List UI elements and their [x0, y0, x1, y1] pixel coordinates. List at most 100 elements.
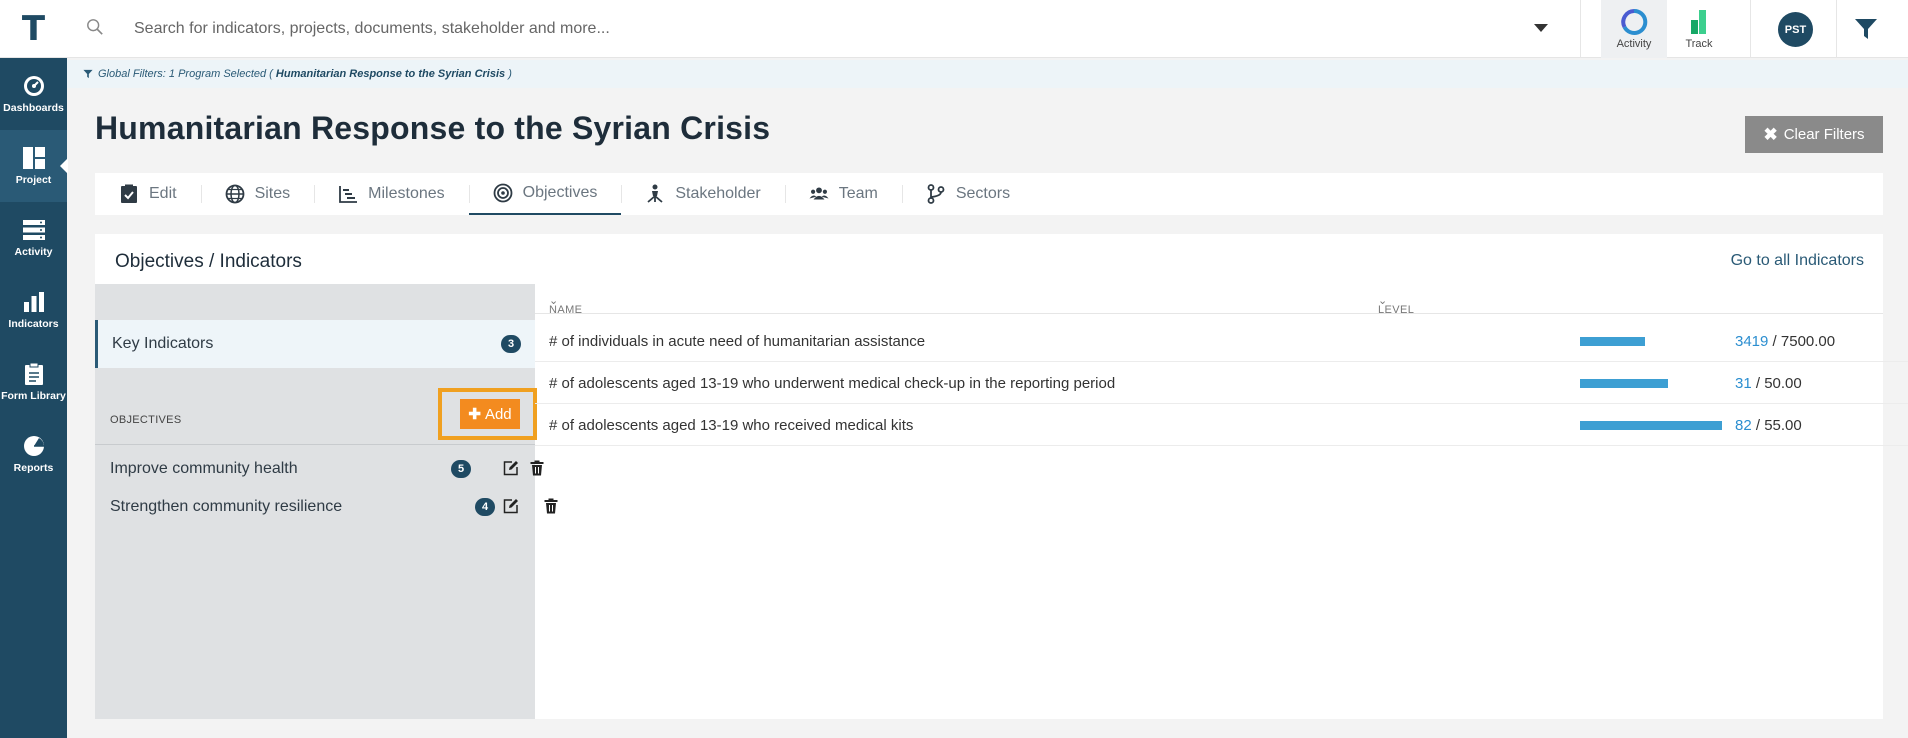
- table-row[interactable]: # of adolescents aged 13-19 who received…: [535, 404, 1908, 446]
- branch-icon: [927, 184, 945, 204]
- sidebar-item-project[interactable]: Project: [0, 130, 68, 202]
- global-filters-bar[interactable]: Global Filters: 1 Program Selected ( Hum…: [67, 60, 1908, 88]
- progress-bar: [1580, 337, 1645, 346]
- speedometer-icon: [23, 76, 44, 96]
- actual-value-link[interactable]: 3419: [1735, 333, 1768, 350]
- edit-icon[interactable]: [503, 460, 519, 476]
- objective-item[interactable]: Strengthen community resilience 4: [95, 488, 558, 526]
- activity-ring-icon: [1621, 8, 1648, 35]
- clipboard-check-icon: [121, 184, 137, 203]
- activity-app-label: Activity: [1616, 38, 1652, 50]
- divider: [1836, 0, 1837, 58]
- table-header: NAME ⌄ LEVEL ⌄: [535, 284, 1883, 316]
- tab-team[interactable]: Team: [784, 173, 902, 215]
- search-dropdown-icon[interactable]: [1534, 24, 1548, 32]
- global-filters-program[interactable]: Humanitarian Response to the Syrian Cris…: [276, 68, 505, 80]
- sidebar-item-indicators[interactable]: Indicators: [0, 274, 67, 346]
- divider: [1750, 0, 1751, 58]
- user-avatar[interactable]: PST: [1778, 12, 1813, 47]
- actual-value-link[interactable]: 31: [1735, 375, 1752, 392]
- activity-app-button[interactable]: Activity: [1601, 0, 1667, 58]
- tab-label: Objectives: [522, 184, 598, 201]
- tab-label: Stakeholder: [675, 185, 761, 202]
- progress-bar: [1580, 379, 1668, 388]
- add-objective-button[interactable]: ✚ Add: [460, 399, 520, 429]
- target-value: / 7500.00: [1772, 333, 1836, 350]
- close-icon: ✖: [1763, 124, 1778, 144]
- tab-label: Team: [838, 185, 878, 202]
- indicator-name[interactable]: # of adolescents aged 13-19 who underwen…: [549, 375, 1115, 392]
- table-row[interactable]: # of individuals in acute need of humani…: [535, 320, 1908, 362]
- tab-sectors[interactable]: Sectors: [901, 173, 1034, 215]
- indicator-name[interactable]: # of individuals in acute need of humani…: [549, 333, 925, 350]
- indicator-value: 31 / 50.00: [1735, 375, 1802, 392]
- tab-milestones[interactable]: Milestones: [314, 173, 468, 215]
- tab-stakeholder[interactable]: Stakeholder: [621, 173, 784, 215]
- global-search-input[interactable]: [126, 14, 1516, 44]
- sidebar-item-reports[interactable]: Reports: [0, 418, 67, 490]
- search-icon: [87, 19, 103, 35]
- tab-sites[interactable]: Sites: [200, 173, 315, 215]
- top-bar: T Activity Track PST: [0, 0, 1908, 58]
- objective-item[interactable]: Improve community health 5: [95, 450, 544, 488]
- key-indicators-item[interactable]: Key Indicators 3: [95, 320, 535, 368]
- add-label: Add: [484, 405, 512, 423]
- project-tabs: Edit Sites Milestones Objectives Stakeho…: [95, 173, 1883, 215]
- global-filters-suffix: ): [508, 68, 512, 80]
- chart-steps-icon: [339, 186, 358, 203]
- plus-icon: ✚: [468, 406, 481, 423]
- project-grid-icon: [22, 147, 45, 169]
- tab-label: Sectors: [955, 185, 1011, 202]
- clipboard-icon: [24, 362, 43, 385]
- sidebar-item-form-library[interactable]: Form Library: [0, 346, 67, 418]
- column-header-level[interactable]: LEVEL ⌄: [1378, 294, 1414, 316]
- tab-label: Sites: [254, 185, 291, 202]
- sidebar-item-dashboards[interactable]: Dashboards: [0, 58, 67, 130]
- tab-objectives[interactable]: Objectives: [468, 173, 622, 215]
- target-icon: [493, 183, 513, 203]
- objective-label: Strengthen community resilience: [110, 498, 343, 515]
- sidebar-label: Activity: [14, 246, 53, 258]
- clear-filters-button[interactable]: ✖ Clear Filters: [1745, 116, 1883, 153]
- table-row[interactable]: # of adolescents aged 13-19 who underwen…: [535, 362, 1908, 404]
- main-sidebar: Dashboards Project Activity Indicators F…: [0, 58, 68, 738]
- sidebar-label: Form Library: [1, 390, 66, 402]
- pie-chart-icon: [23, 436, 44, 456]
- target-value: / 50.00: [1755, 375, 1802, 392]
- track-bars-icon: [1691, 10, 1706, 34]
- objectives-panel: Objectives / Indicators Go to all Indica…: [95, 234, 1908, 719]
- divider: [95, 444, 535, 445]
- app-logo[interactable]: T: [0, 0, 67, 58]
- tab-edit[interactable]: Edit: [95, 173, 201, 215]
- indicator-value: 3419 / 7500.00: [1735, 333, 1835, 350]
- sidebar-label: Reports: [13, 462, 54, 474]
- panel-title: Objectives / Indicators: [115, 251, 302, 272]
- edit-icon[interactable]: [503, 498, 519, 514]
- sidebar-label: Indicators: [8, 318, 59, 330]
- page-title: Humanitarian Response to the Syrian Cris…: [95, 110, 771, 146]
- actual-value-link[interactable]: 82: [1735, 417, 1752, 434]
- objectives-header: OBJECTIVES: [110, 414, 182, 426]
- objectives-list: Key Indicators 3 OBJECTIVES ✚ Add Improve…: [95, 284, 558, 719]
- sidebar-item-activity[interactable]: Activity: [0, 202, 67, 274]
- tab-label: Edit: [149, 185, 177, 202]
- users-icon: [809, 187, 829, 200]
- count-badge: 4: [475, 498, 495, 516]
- go-to-all-indicators-link[interactable]: Go to all Indicators: [1731, 252, 1864, 270]
- server-stack-icon: [22, 220, 45, 240]
- sidebar-label: Project: [15, 174, 52, 186]
- count-badge: 5: [451, 460, 471, 478]
- key-indicators-label: Key Indicators: [112, 335, 214, 352]
- column-header-name[interactable]: NAME ⌄: [549, 294, 582, 316]
- filter-icon[interactable]: [1854, 18, 1878, 40]
- sidebar-label: Dashboards: [3, 102, 64, 114]
- indicator-name[interactable]: # of adolescents aged 13-19 who received…: [549, 417, 913, 434]
- globe-icon: [225, 184, 244, 204]
- sitemap-icon: [647, 184, 663, 203]
- progress-bar: [1580, 421, 1722, 430]
- count-badge: 3: [501, 335, 521, 353]
- global-filters-prefix: Global Filters: 1 Program Selected (: [98, 68, 273, 80]
- track-app-button[interactable]: Track: [1666, 0, 1732, 58]
- objective-label: Improve community health: [110, 460, 298, 477]
- indicator-value: 82 / 55.00: [1735, 417, 1802, 434]
